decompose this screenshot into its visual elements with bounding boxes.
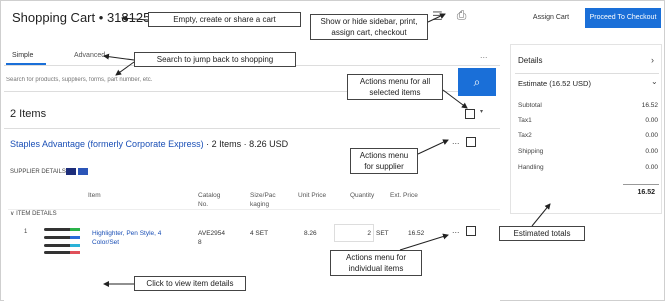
item-actions-icon[interactable]: ... bbox=[452, 225, 460, 235]
line-number: 1 bbox=[24, 229, 28, 235]
supplier-details-label[interactable]: SUPPLIER DETAILS bbox=[10, 169, 66, 175]
chevron-down-icon: ∨ bbox=[10, 211, 15, 217]
item-checkbox[interactable] bbox=[466, 226, 476, 236]
col-item: Item bbox=[88, 192, 101, 199]
supplier-summary: · 2 Items · 8.26 USD bbox=[206, 139, 289, 149]
col-catalog: Catalog No. bbox=[198, 192, 221, 208]
search-icon: ⌕ bbox=[473, 75, 481, 89]
sidebar-title: Details bbox=[518, 56, 543, 65]
callout-actions-items: Actions menu for individual items bbox=[330, 250, 422, 276]
supplier-group: Staples Advantage (formerly Corporate Ex… bbox=[4, 128, 500, 301]
hamburger-icon[interactable]: ☰ bbox=[432, 9, 443, 23]
item-unit-price: 8.26 bbox=[304, 230, 317, 237]
search-more-icon[interactable]: ... bbox=[480, 50, 488, 60]
shipping-value: 0.00 bbox=[645, 148, 658, 155]
page-title-text: Shopping Cart bbox=[12, 10, 96, 25]
tax1-value: 0.00 bbox=[645, 117, 658, 124]
estimate-total: 16.52 bbox=[637, 189, 655, 196]
search-button[interactable]: ⌕ bbox=[458, 68, 496, 96]
active-tab-indicator bbox=[6, 63, 46, 65]
handling-row: Handling 0.00 bbox=[518, 164, 658, 171]
shipping-row: Shipping 0.00 bbox=[518, 148, 658, 155]
handling-label: Handling bbox=[518, 164, 544, 171]
item-size: 4 SET bbox=[250, 230, 269, 237]
chevron-down-icon[interactable]: ▾ bbox=[480, 108, 483, 115]
header-icons: ☰ ⎙ bbox=[432, 8, 466, 23]
subtotal-value: 16.52 bbox=[641, 102, 658, 109]
tab-advanced[interactable]: Advanced bbox=[74, 52, 105, 59]
tax1-row: Tax1 0.00 bbox=[518, 117, 658, 124]
item-ext-price: 16.52 bbox=[408, 230, 425, 237]
item-details-label: ITEM DETAILS bbox=[16, 211, 57, 217]
item-unit: SET bbox=[376, 230, 389, 237]
callout-cart: Empty, create or share a cart bbox=[148, 12, 301, 27]
item-catalog: AVE2954 8 bbox=[198, 230, 225, 246]
page-title: Shopping Cart • 3181250 bbox=[12, 10, 158, 25]
details-sidebar: Details › Estimate (16.52 USD) ⌄ Subtota… bbox=[510, 44, 662, 214]
total-divider bbox=[623, 184, 659, 185]
tax2-value: 0.00 bbox=[645, 132, 658, 139]
callout-sidebar: Show or hide sidebar, print, assign cart… bbox=[310, 14, 428, 40]
chevron-right-icon[interactable]: › bbox=[651, 55, 654, 65]
tax1-label: Tax1 bbox=[518, 117, 532, 124]
callout-estimated-totals: Estimated totals bbox=[499, 226, 585, 241]
supplier-checkbox[interactable] bbox=[466, 137, 476, 147]
assign-cart-button[interactable]: Assign Cart bbox=[520, 8, 582, 28]
shipping-label: Shipping bbox=[518, 148, 544, 155]
chevron-down-icon[interactable]: ⌄ bbox=[651, 77, 658, 86]
flag-icon bbox=[78, 168, 88, 175]
callout-actions-all: Actions menu for all selected items bbox=[347, 74, 443, 100]
items-count: 2 Items bbox=[10, 108, 47, 120]
tab-simple[interactable]: Simple bbox=[12, 52, 33, 59]
printer-icon[interactable]: ⎙ bbox=[457, 8, 467, 23]
item-details-toggle[interactable]: ∨ ITEM DETAILS bbox=[10, 210, 57, 217]
title-separator: • bbox=[98, 10, 104, 25]
callout-search: Search to jump back to shopping bbox=[134, 52, 296, 67]
divider bbox=[8, 209, 500, 210]
tax2-label: Tax2 bbox=[518, 132, 532, 139]
select-all-checkbox[interactable] bbox=[465, 109, 475, 119]
callout-item-details: Click to view item details bbox=[134, 276, 246, 291]
proceed-to-checkout-button[interactable]: Proceed To Checkout bbox=[585, 8, 661, 28]
estimate-title: Estimate (16.52 USD) bbox=[518, 79, 591, 88]
handling-value: 0.00 bbox=[645, 164, 658, 171]
subtotal-label: Subtotal bbox=[518, 102, 542, 109]
col-quantity: Quantity bbox=[350, 192, 375, 199]
tax2-row: Tax2 0.00 bbox=[518, 132, 658, 139]
supplier-actions-icon[interactable]: ... bbox=[452, 136, 460, 146]
subtotal-row: Subtotal 16.52 bbox=[518, 102, 658, 109]
supplier-name[interactable]: Staples Advantage (formerly Corporate Ex… bbox=[10, 139, 204, 149]
product-image bbox=[44, 228, 80, 254]
col-unit-price: Unit Price bbox=[298, 192, 327, 199]
callout-actions-supplier: Actions menu for supplier bbox=[350, 148, 418, 174]
flag-icon bbox=[66, 168, 76, 175]
col-size: Size/Pac kaging bbox=[250, 192, 276, 208]
supplier-heading: Staples Advantage (formerly Corporate Ex… bbox=[10, 139, 288, 149]
col-ext-price: Ext. Price bbox=[390, 192, 418, 199]
divider bbox=[515, 73, 659, 74]
quantity-input[interactable]: 2 bbox=[334, 224, 374, 242]
item-name-link[interactable]: Highlighter, Pen Style, 4 Color/Set bbox=[92, 229, 172, 247]
